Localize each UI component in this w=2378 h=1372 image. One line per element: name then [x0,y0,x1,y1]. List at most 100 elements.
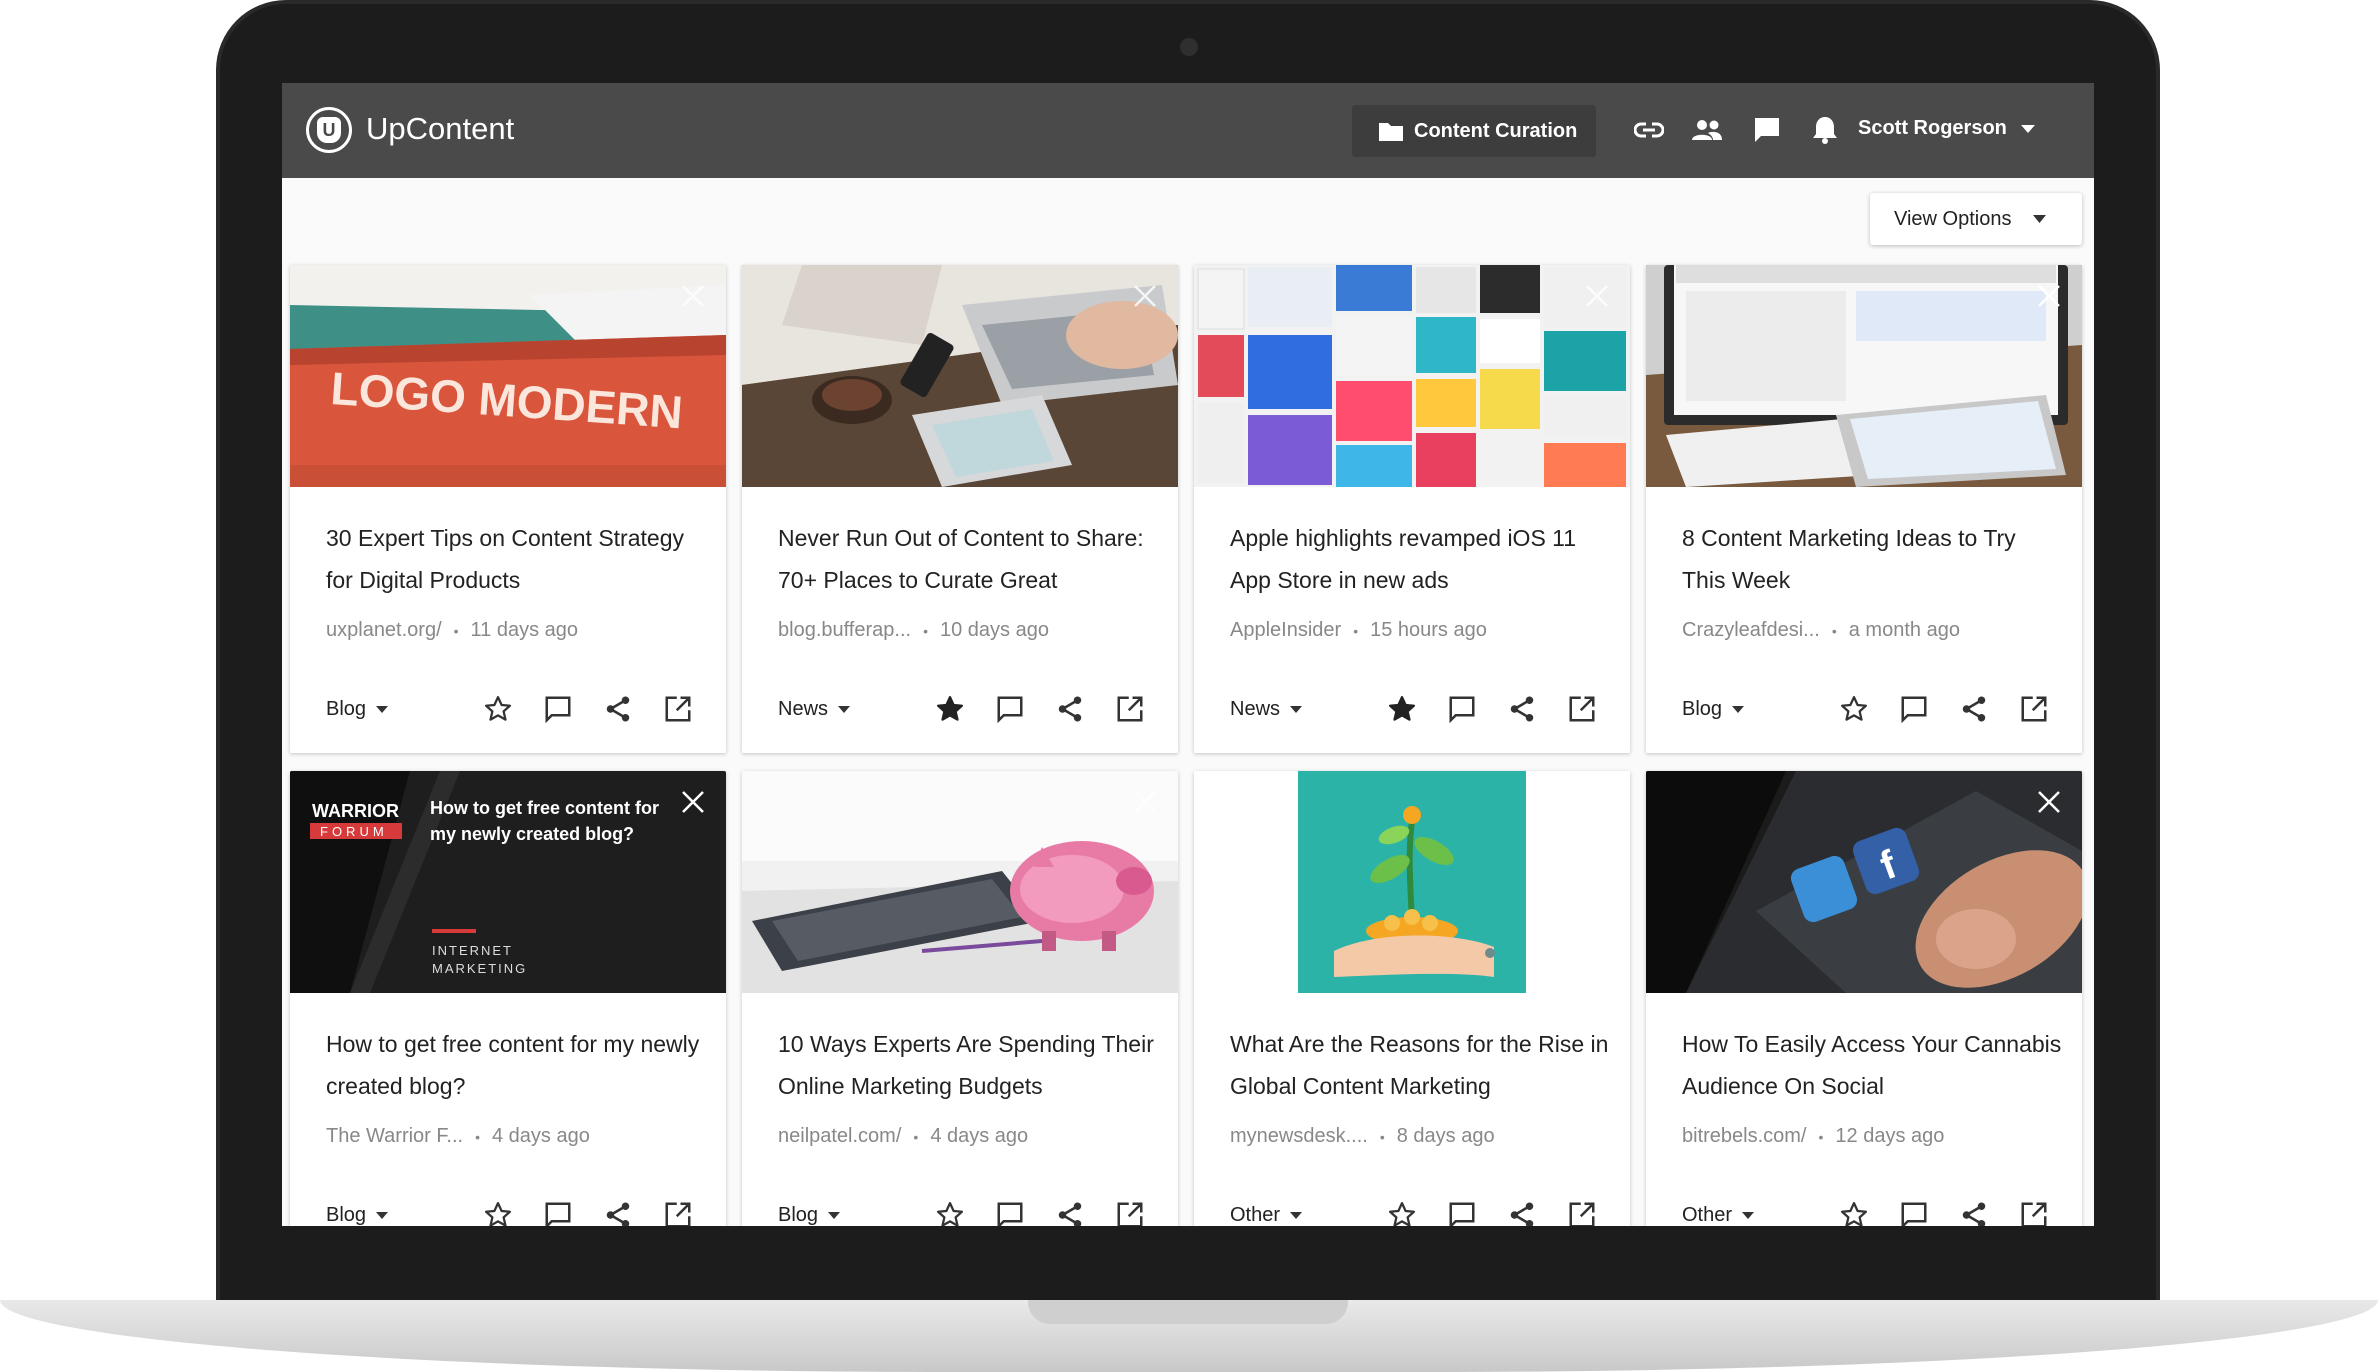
star-icon[interactable] [480,1197,516,1226]
card-title[interactable]: Apple highlights revamped iOS 11 App Sto… [1230,517,1610,601]
content-type-select[interactable]: Blog [326,698,480,721]
content-card[interactable]: Apple highlights revamped iOS 11 App Sto… [1194,265,1630,753]
brand-name[interactable]: UpContent [366,111,514,147]
content-type-select[interactable]: Blog [778,1204,932,1227]
share-icon[interactable] [1504,1197,1540,1226]
card-title[interactable]: How To Easily Access Your Cannabis Audie… [1682,1023,2062,1107]
close-icon[interactable] [680,283,706,309]
content-curation-button[interactable]: Content Curation [1352,105,1596,157]
chevron-down-icon [1742,1211,1755,1219]
content-card[interactable]: LOGO MODERN 30 Expert Tips on Content St… [290,265,726,753]
card-source[interactable]: uxplanet.org/ [326,619,442,642]
card-meta: blog.bufferap... • 10 days ago [778,619,1049,642]
comment-icon[interactable] [992,1197,1028,1226]
star-icon[interactable] [480,691,516,727]
card-title[interactable]: 30 Expert Tips on Content Strategy for D… [326,517,706,601]
open-external-icon[interactable] [1112,691,1148,727]
open-external-icon[interactable] [660,1197,696,1226]
content-type-select[interactable]: Other [1230,1204,1384,1227]
card-title[interactable]: 8 Content Marketing Ideas to Try This We… [1682,517,2062,601]
card-thumbnail[interactable]: f [1646,771,2082,993]
content-type-select[interactable]: News [1230,698,1384,721]
share-icon[interactable] [1956,1197,1992,1226]
user-menu[interactable]: Scott Rogerson [1858,117,2035,140]
card-title[interactable]: What Are the Reasons for the Rise in Glo… [1230,1023,1610,1107]
star-filled-icon[interactable] [932,691,968,727]
close-icon[interactable] [1584,283,1610,309]
close-icon[interactable] [1132,283,1158,309]
card-thumbnail[interactable] [742,265,1178,487]
content-type-select[interactable]: Other [1682,1204,1836,1227]
comment-icon[interactable] [540,1197,576,1226]
share-icon[interactable] [600,1197,636,1226]
open-external-icon[interactable] [2016,1197,2052,1226]
open-external-icon[interactable] [1112,1197,1148,1226]
comment-icon[interactable] [1896,1197,1932,1226]
share-icon[interactable] [600,691,636,727]
open-external-icon[interactable] [2016,691,2052,727]
folder-icon [1379,123,1403,141]
user-name: Scott Rogerson [1858,117,2007,139]
comment-icon[interactable] [1444,691,1480,727]
card-thumbnail[interactable] [1646,265,2082,487]
comment-icon[interactable] [1896,691,1932,727]
content-card[interactable]: WARRIOR FORUM How to get free content fo… [290,771,726,1226]
card-title[interactable]: Never Run Out of Content to Share: 70+ P… [778,517,1158,601]
people-icon[interactable] [1688,111,1726,149]
chevron-down-icon [1290,705,1303,713]
card-title[interactable]: 10 Ways Experts Are Spending Their Onlin… [778,1023,1158,1107]
chevron-down-icon [1290,1211,1303,1219]
chevron-down-icon [376,1211,389,1219]
card-thumbnail[interactable] [742,771,1178,993]
card-age: a month ago [1848,619,1960,641]
close-icon[interactable] [2036,283,2062,309]
open-external-icon[interactable] [660,691,696,727]
upcontent-logo-icon[interactable]: U [306,107,352,153]
content-card[interactable]: f How To Easily Access Your Cannabis Aud… [1646,771,2082,1226]
star-icon[interactable] [1384,1197,1420,1226]
star-filled-icon[interactable] [1384,691,1420,727]
close-icon[interactable] [1584,789,1610,815]
card-source[interactable]: neilpatel.com/ [778,1125,901,1148]
share-icon[interactable] [1956,691,1992,727]
card-source[interactable]: The Warrior F... [326,1125,463,1148]
share-icon[interactable] [1504,691,1540,727]
content-card[interactable]: 10 Ways Experts Are Spending Their Onlin… [742,771,1178,1226]
comment-icon[interactable] [992,691,1028,727]
close-icon[interactable] [2036,789,2062,815]
view-options-button[interactable]: View Options [1870,193,2082,245]
open-external-icon[interactable] [1564,691,1600,727]
content-card[interactable]: 8 Content Marketing Ideas to Try This We… [1646,265,2082,753]
content-type-select[interactable]: Blog [326,1204,480,1227]
content-type-select[interactable]: News [778,698,932,721]
link-icon[interactable] [1630,111,1668,149]
content-card[interactable]: What Are the Reasons for the Rise in Glo… [1194,771,1630,1226]
bell-icon[interactable] [1806,111,1844,149]
card-source[interactable]: bitrebels.com/ [1682,1125,1807,1148]
close-icon[interactable] [1132,789,1158,815]
content-card[interactable]: Never Run Out of Content to Share: 70+ P… [742,265,1178,753]
close-icon[interactable] [680,789,706,815]
card-source[interactable]: Crazyleafdesi... [1682,619,1820,642]
star-icon[interactable] [1836,1197,1872,1226]
card-title[interactable]: How to get free content for my newly cre… [326,1023,706,1107]
card-source[interactable]: mynewsdesk.... [1230,1125,1368,1148]
share-icon[interactable] [1052,1197,1088,1226]
forum-logo-text: FORUM [320,824,388,839]
content-type-label: Blog [778,1203,819,1226]
open-external-icon[interactable] [1564,1197,1600,1226]
card-age: 4 days ago [930,1125,1029,1147]
card-source[interactable]: AppleInsider [1230,619,1341,642]
card-thumbnail[interactable]: LOGO MODERN [290,265,726,487]
chat-icon[interactable] [1748,111,1786,149]
card-thumbnail[interactable] [1194,771,1630,993]
content-type-select[interactable]: Blog [1682,698,1836,721]
star-icon[interactable] [1836,691,1872,727]
card-thumbnail[interactable]: WARRIOR FORUM How to get free content fo… [290,771,726,993]
card-source[interactable]: blog.bufferap... [778,619,911,642]
card-thumbnail[interactable] [1194,265,1630,487]
star-icon[interactable] [932,1197,968,1226]
comment-icon[interactable] [1444,1197,1480,1226]
comment-icon[interactable] [540,691,576,727]
share-icon[interactable] [1052,691,1088,727]
